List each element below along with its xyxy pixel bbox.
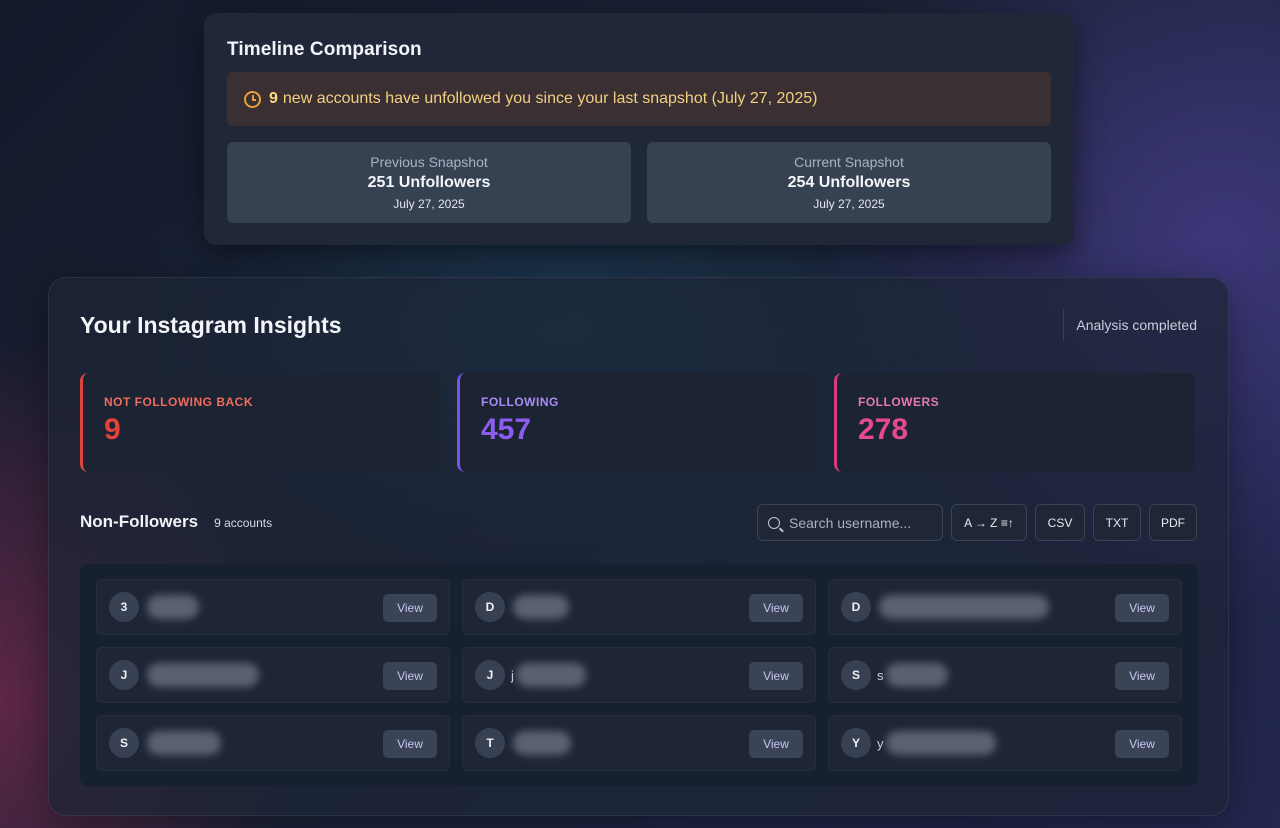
- username-prefix: s: [877, 667, 884, 683]
- unfollow-alert: 9 new accounts have unfollowed you since…: [227, 72, 1051, 126]
- avatar: J: [109, 660, 139, 690]
- username-redacted: [877, 595, 1049, 619]
- search-box[interactable]: [757, 504, 943, 541]
- username-redacted: [145, 731, 221, 755]
- redacted-blur: [147, 663, 259, 687]
- clock-icon: [244, 90, 261, 108]
- previous-snapshot-value: 251 Unfollowers: [367, 174, 491, 191]
- stat-value: 9: [104, 413, 121, 446]
- view-button[interactable]: View: [749, 662, 803, 690]
- avatar: S: [841, 660, 871, 690]
- export-csv-button[interactable]: CSV: [1035, 504, 1085, 541]
- stat-not-following-back: NOT FOLLOWING BACK 9: [80, 373, 441, 472]
- sort-az-button[interactable]: A → Z ≡↑: [951, 504, 1027, 541]
- search-icon: [768, 516, 780, 529]
- avatar: Y: [841, 728, 871, 758]
- stat-label: FOLLOWING: [481, 395, 559, 409]
- current-snapshot-date: July 27, 2025: [813, 197, 885, 211]
- timeline-title: Timeline Comparison: [227, 39, 422, 60]
- insights-title: Your Instagram Insights: [80, 312, 342, 338]
- redacted-blur: [513, 595, 569, 619]
- view-button[interactable]: View: [383, 594, 437, 622]
- list-item: 3 View: [96, 579, 450, 635]
- snapshot-row: Previous Snapshot 251 Unfollowers July 2…: [227, 142, 1051, 223]
- previous-snapshot-date: July 27, 2025: [393, 197, 465, 211]
- avatar: S: [109, 728, 139, 758]
- list-item: J View: [96, 647, 450, 703]
- list-item: D View: [462, 579, 816, 635]
- redacted-blur: [147, 731, 221, 755]
- view-button[interactable]: View: [1115, 594, 1169, 622]
- username-redacted: [145, 595, 199, 619]
- timeline-comparison-card: Timeline Comparison 9 new accounts have …: [204, 13, 1074, 245]
- username-redacted: s: [877, 663, 948, 687]
- stat-following: FOLLOWING 457: [457, 373, 818, 472]
- previous-snapshot: Previous Snapshot 251 Unfollowers July 2…: [227, 142, 631, 223]
- previous-snapshot-label: Previous Snapshot: [370, 154, 488, 170]
- view-button[interactable]: View: [1115, 730, 1169, 758]
- non-followers-count: 9 accounts: [214, 516, 273, 530]
- avatar: D: [475, 592, 505, 622]
- search-input[interactable]: [789, 514, 929, 531]
- export-pdf-button[interactable]: PDF: [1149, 504, 1197, 541]
- view-button[interactable]: View: [749, 730, 803, 758]
- non-followers-list: 3 View D View D View J View J j View S s…: [80, 564, 1198, 786]
- list-item: S View: [96, 715, 450, 771]
- username-prefix: j: [511, 667, 514, 683]
- avatar: T: [475, 728, 505, 758]
- instagram-insights-card: Your Instagram Insights Analysis complet…: [48, 277, 1229, 816]
- redacted-blur: [885, 731, 996, 755]
- list-item: T View: [462, 715, 816, 771]
- list-item: S s View: [828, 647, 1182, 703]
- avatar: D: [841, 592, 871, 622]
- export-txt-button[interactable]: TXT: [1093, 504, 1141, 541]
- alert-text: new accounts have unfollowed you since y…: [282, 90, 818, 107]
- avatar: 3: [109, 592, 139, 622]
- stat-value: 278: [858, 413, 909, 446]
- list-toolbar: A → Z ≡↑ CSV TXT PDF: [757, 504, 1197, 541]
- current-snapshot-label: Current Snapshot: [794, 154, 904, 170]
- username-redacted: [511, 595, 569, 619]
- redacted-blur: [885, 663, 948, 687]
- stat-label: NOT FOLLOWING BACK: [104, 395, 253, 409]
- username-prefix: y: [877, 735, 884, 751]
- view-button[interactable]: View: [749, 594, 803, 622]
- username-redacted: [511, 731, 571, 755]
- view-button[interactable]: View: [383, 662, 437, 690]
- list-item: J j View: [462, 647, 816, 703]
- stat-label: FOLLOWERS: [858, 395, 940, 409]
- stats-row: NOT FOLLOWING BACK 9 FOLLOWING 457 FOLLO…: [80, 373, 1195, 472]
- redacted-blur: [513, 731, 571, 755]
- view-button[interactable]: View: [1115, 662, 1169, 690]
- current-snapshot-value: 254 Unfollowers: [787, 174, 911, 191]
- list-item: D View: [828, 579, 1182, 635]
- non-followers-header: Non-Followers 9 accounts: [80, 512, 272, 532]
- non-followers-title: Non-Followers: [80, 512, 199, 531]
- alert-count: 9: [269, 90, 278, 107]
- redacted-blur: [147, 595, 199, 619]
- username-redacted: y: [877, 731, 996, 755]
- username-redacted: [145, 663, 259, 687]
- username-redacted: j: [511, 663, 586, 687]
- redacted-blur: [879, 595, 1049, 619]
- list-item: Y y View: [828, 715, 1182, 771]
- stat-followers: FOLLOWERS 278: [834, 373, 1195, 472]
- stat-value: 457: [481, 413, 532, 446]
- view-button[interactable]: View: [383, 730, 437, 758]
- avatar: J: [475, 660, 505, 690]
- current-snapshot: Current Snapshot 254 Unfollowers July 27…: [647, 142, 1051, 223]
- analysis-status: Analysis completed: [1063, 309, 1197, 341]
- redacted-blur: [515, 663, 586, 687]
